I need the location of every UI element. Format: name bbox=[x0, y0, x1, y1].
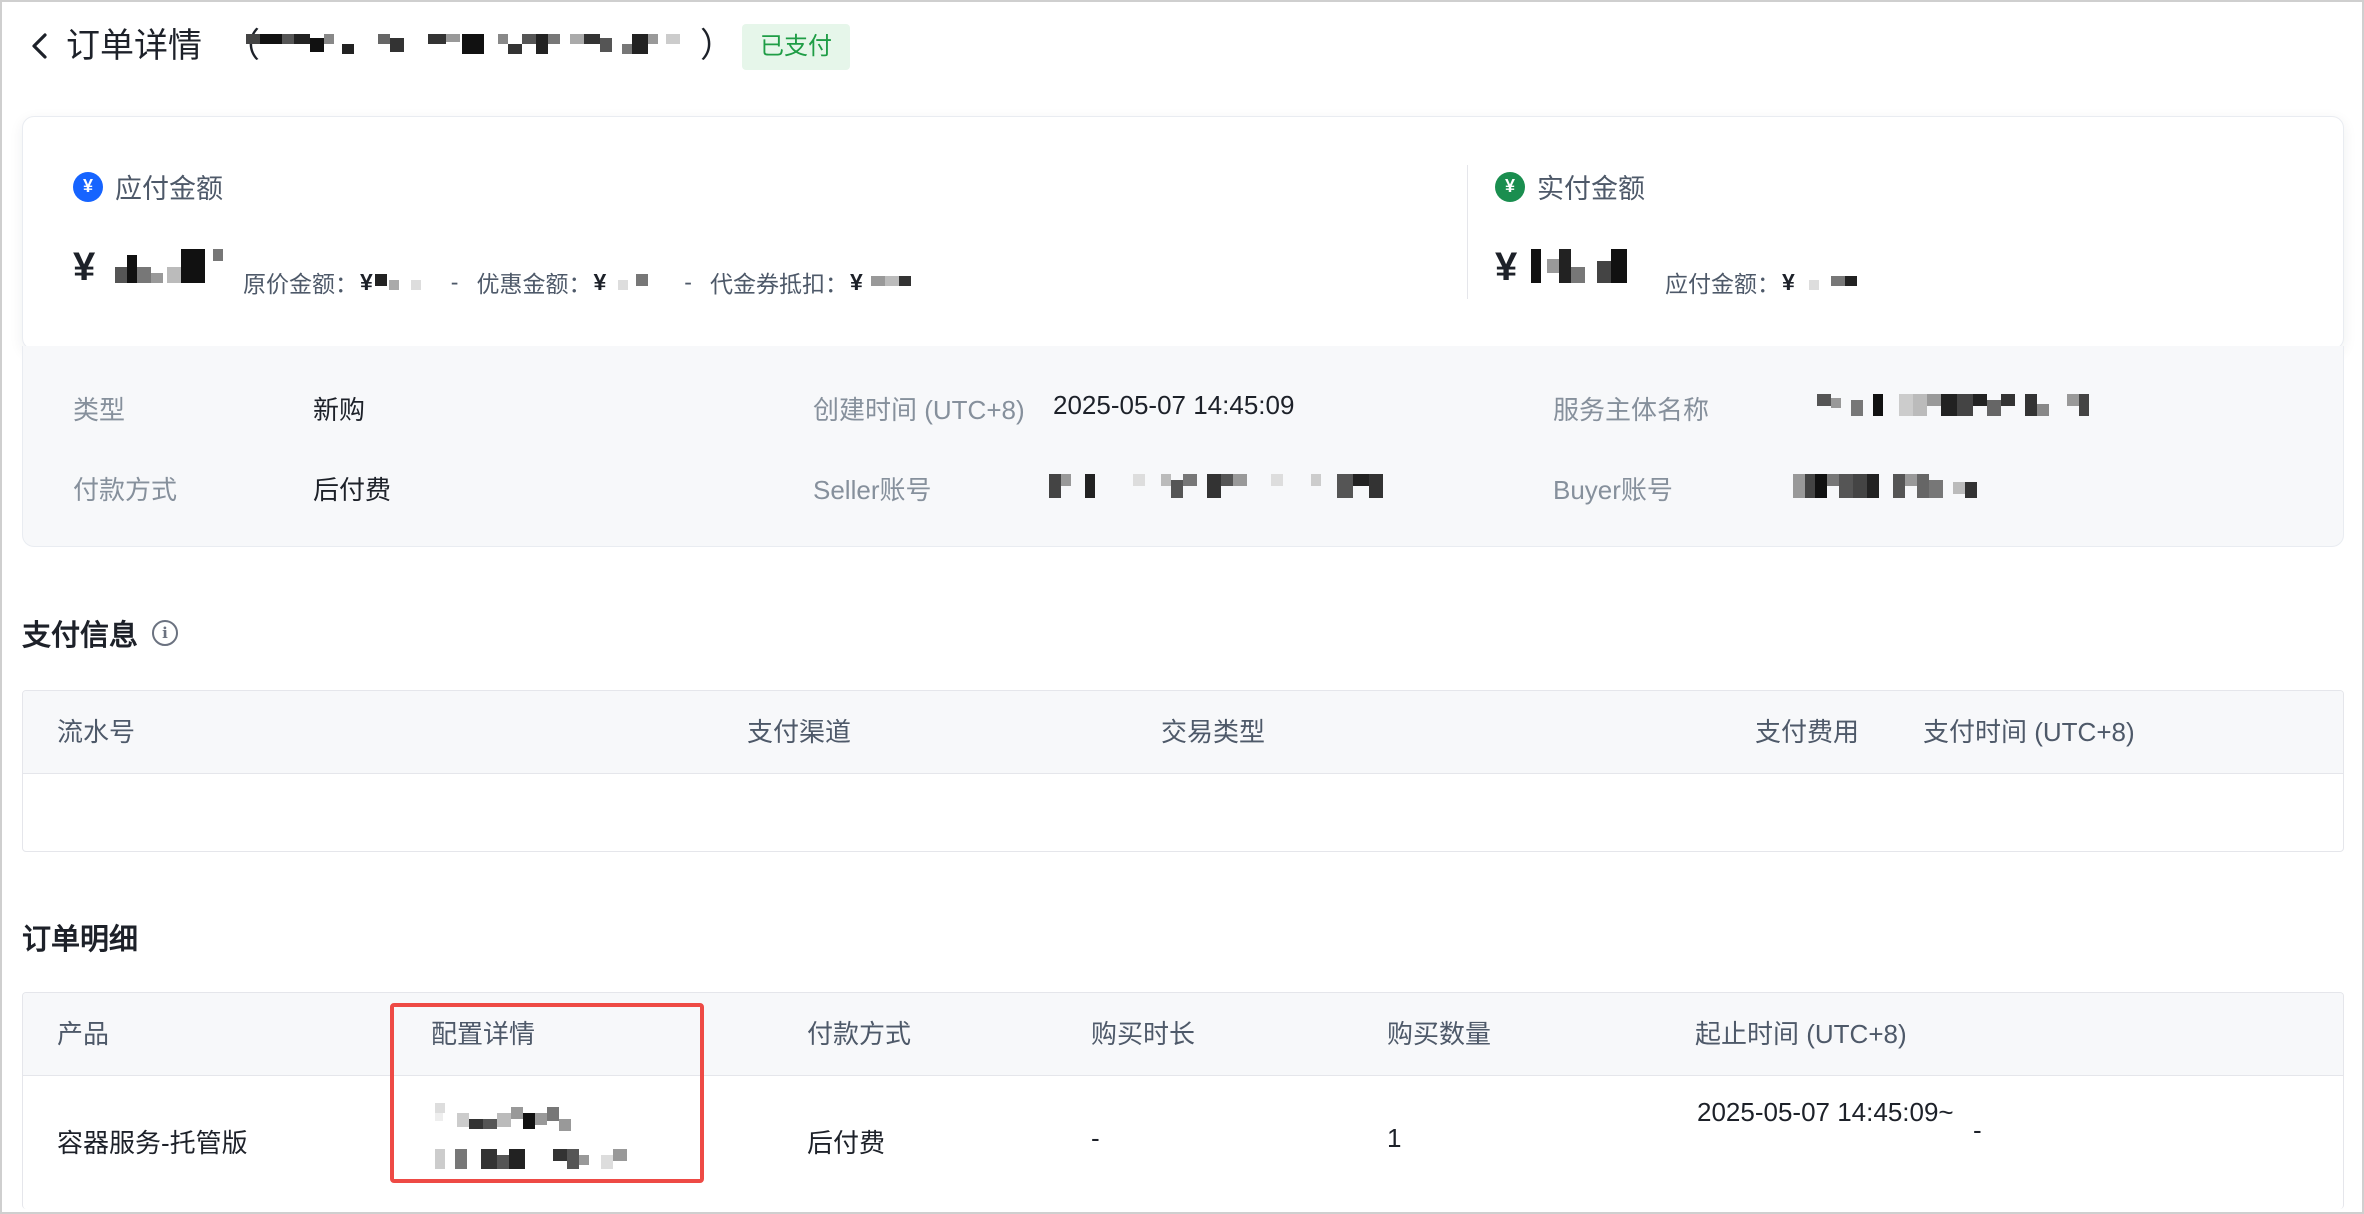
page-title: 订单详情 bbox=[66, 27, 202, 65]
minus-sign: - bbox=[450, 268, 459, 295]
yen-coin-icon: ¥ bbox=[1495, 171, 1525, 202]
order-items-header: 产品 配置详情 付款方式 购买时长 购买数量 起止时间 (UTC+8) bbox=[23, 993, 2343, 1076]
payment-info-section-title: 支付信息 i bbox=[22, 612, 179, 654]
col-purchase-quantity: 购买数量 bbox=[1387, 1019, 1492, 1049]
buyer-account-label: Buyer账号 bbox=[1553, 475, 1673, 505]
payment-info-table: 流水号 支付渠道 交易类型 支付费用 支付时间 (UTC+8) bbox=[22, 690, 2344, 852]
col-start-end-time: 起止时间 (UTC+8) bbox=[1695, 1019, 1907, 1049]
table-row: 容器服务-托管版 后付费 - 1 2025-05-07 14:45:09~ - bbox=[23, 1075, 2343, 1209]
order-id-redacted bbox=[246, 30, 696, 60]
payment-method-label: 付款方式 bbox=[73, 475, 178, 505]
yen-coin-icon: ¥ bbox=[73, 171, 103, 202]
col-serial-number: 流水号 bbox=[57, 717, 136, 747]
col-product: 产品 bbox=[57, 1019, 110, 1049]
col-payment-time: 支付时间 (UTC+8) bbox=[1923, 717, 2135, 747]
seller-account-label: Seller账号 bbox=[813, 475, 932, 505]
row-product: 容器服务-托管版 bbox=[57, 1128, 248, 1158]
minus-sign-2: - bbox=[684, 268, 692, 295]
payment-method-value: 后付费 bbox=[313, 475, 392, 505]
order-items-section-title: 订单明细 bbox=[22, 916, 138, 958]
row-start-time: 2025-05-07 14:45:09~ bbox=[1697, 1097, 1954, 1127]
order-items-table: 产品 配置详情 付款方式 购买时长 购买数量 起止时间 (UTC+8) 容器服务… bbox=[22, 992, 2344, 1209]
amount-divider bbox=[1467, 165, 1468, 299]
original-price-yen: ¥ bbox=[360, 268, 373, 295]
payment-info-title: 支付信息 bbox=[22, 620, 139, 652]
paid-currency: ¥ bbox=[1495, 245, 1518, 289]
paid-payable-label: 应付金额： bbox=[1665, 271, 1780, 297]
col-purchase-duration: 购买时长 bbox=[1091, 1019, 1196, 1049]
type-value: 新购 bbox=[313, 395, 366, 425]
status-badge: 已支付 bbox=[742, 24, 850, 70]
original-price-redacted bbox=[374, 274, 421, 290]
row-end-time: - bbox=[1973, 1115, 1982, 1145]
seller-account-redacted bbox=[1049, 470, 1389, 505]
payable-currency: ¥ bbox=[73, 245, 96, 289]
col-payment-method: 付款方式 bbox=[807, 1019, 912, 1049]
paid-amount-header: ¥ 实付金额 bbox=[1495, 167, 1645, 206]
order-info-panel: 类型 新购 付款方式 后付费 创建时间 (UTC+8) 2025-05-07 1… bbox=[22, 346, 2344, 547]
payment-table-header: 流水号 支付渠道 交易类型 支付费用 支付时间 (UTC+8) bbox=[23, 691, 2343, 774]
amount-card: ¥ 应付金额 ¥ 原价金额： ¥ - 优惠金额： ¥ - 代金券抵扣： ¥ ¥ … bbox=[22, 116, 2344, 350]
title-paren-close: ） bbox=[700, 27, 734, 65]
type-label: 类型 bbox=[73, 395, 126, 425]
created-time-value: 2025-05-07 14:45:09 bbox=[1053, 390, 1295, 420]
info-icon[interactable]: i bbox=[152, 620, 179, 646]
row-purchase-quantity: 1 bbox=[1387, 1123, 1402, 1153]
payable-amount-header: ¥ 应付金额 bbox=[73, 167, 223, 206]
voucher-redacted bbox=[870, 276, 911, 286]
discount-label: 优惠金额： bbox=[476, 271, 592, 297]
payable-amount-redacted bbox=[115, 245, 225, 294]
service-entity-redacted bbox=[1817, 390, 2147, 425]
discount-redacted bbox=[618, 274, 649, 290]
chevron-left-icon[interactable] bbox=[22, 22, 58, 70]
paid-amount-redacted bbox=[1531, 245, 1651, 294]
paid-payable-redacted bbox=[1808, 276, 1857, 290]
order-items-title: 订单明细 bbox=[22, 924, 139, 956]
original-price-label: 原价金额： bbox=[243, 271, 358, 297]
paid-breakdown: 应付金额： ¥ bbox=[1665, 265, 1865, 299]
paid-amount-title: 实付金额 bbox=[1537, 174, 1645, 204]
discount-yen: ¥ bbox=[593, 268, 607, 295]
col-payment-fee: 支付费用 bbox=[1755, 717, 1860, 747]
paid-payable-yen: ¥ bbox=[1782, 268, 1795, 295]
row-payment-method: 后付费 bbox=[807, 1128, 886, 1158]
row-purchase-duration: - bbox=[1091, 1123, 1100, 1153]
service-entity-label: 服务主体名称 bbox=[1553, 395, 1710, 425]
voucher-yen: ¥ bbox=[849, 268, 863, 295]
payable-amount-title: 应付金额 bbox=[115, 174, 223, 204]
voucher-label: 代金券抵扣： bbox=[709, 271, 848, 297]
config-details-highlight bbox=[390, 1003, 704, 1183]
created-time-label: 创建时间 (UTC+8) bbox=[813, 395, 1025, 425]
buyer-account-redacted bbox=[1793, 470, 2033, 505]
payable-breakdown: 原价金额： ¥ - 优惠金额： ¥ - 代金券抵扣： ¥ bbox=[243, 265, 923, 299]
col-payment-channel: 支付渠道 bbox=[747, 717, 852, 747]
col-transaction-type: 交易类型 bbox=[1161, 717, 1266, 747]
